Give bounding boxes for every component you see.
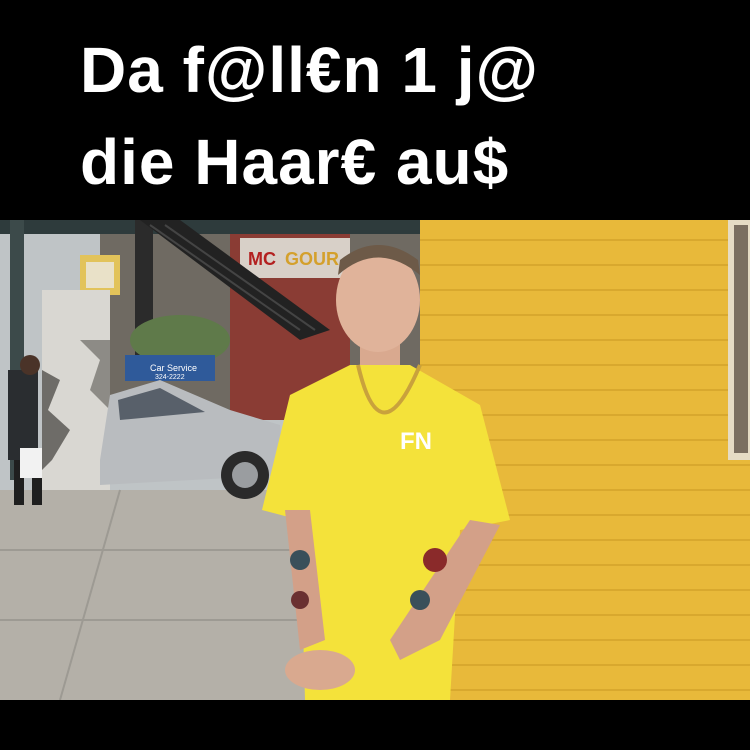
caption-line-2: die Haar€ au$ bbox=[80, 126, 510, 198]
photo-illustration: MC GOUR Car Service 324-2222 FN bbox=[0, 220, 750, 700]
bottom-band bbox=[0, 700, 750, 750]
caption-line-1: Da f@ll€n 1 j@ bbox=[80, 34, 539, 106]
svg-text:FN: FN bbox=[400, 428, 432, 455]
svg-text:324-2222: 324-2222 bbox=[155, 374, 185, 381]
svg-text:Car Service: Car Service bbox=[150, 363, 197, 373]
caption-band: Da f@ll€n 1 j@ die Haar€ au$ bbox=[0, 0, 750, 220]
svg-text:MC: MC bbox=[248, 249, 276, 269]
meme-photo: MC GOUR Car Service 324-2222 FN bbox=[0, 220, 750, 700]
svg-text:GOUR: GOUR bbox=[285, 249, 339, 269]
